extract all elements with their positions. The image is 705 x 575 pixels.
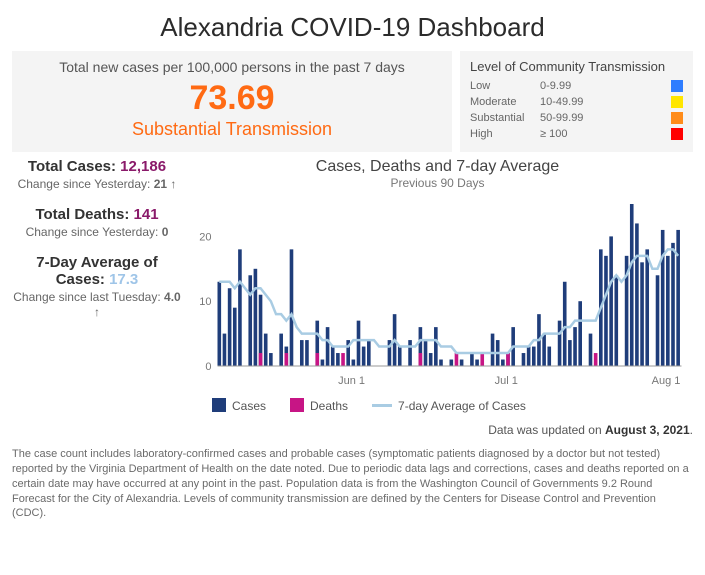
legend-row: Moderate10-49.99	[470, 94, 683, 110]
stat-label: Total Deaths:	[35, 206, 133, 223]
mid-row: Total Cases: 12,186 Change since Yesterd…	[12, 158, 693, 437]
legend-level: Moderate	[470, 94, 540, 110]
legend-row: Substantial50-99.99	[470, 110, 683, 126]
legend-swatch-icon	[671, 112, 683, 124]
legend-range: ≥ 100	[540, 126, 671, 142]
legend-swatch-icon	[671, 80, 683, 92]
legend-deaths: Deaths	[290, 398, 348, 413]
svg-text:Jul 1: Jul 1	[495, 375, 518, 387]
chart-legend: Cases Deaths 7-day Average of Cases	[182, 398, 693, 413]
avg-line-icon	[372, 404, 392, 407]
legend-range: 0-9.99	[540, 78, 671, 94]
stat-change: Change since last Tuesday: 4.0 ↑	[12, 290, 182, 320]
legend-cases: Cases	[212, 398, 266, 413]
legend-level: Low	[470, 78, 540, 94]
svg-text:Aug 1: Aug 1	[652, 375, 681, 387]
legend-range: 50-99.99	[540, 110, 671, 126]
chart-subtitle: Previous 90 Days	[182, 176, 693, 190]
transmission-legend-title: Level of Community Transmission	[470, 59, 683, 74]
stat-value: 17.3	[109, 271, 138, 288]
legend-row: Low0-9.99	[470, 78, 683, 94]
legend-avg: 7-day Average of Cases	[372, 399, 526, 413]
chart-column: Cases, Deaths and 7-day Average Previous…	[182, 158, 693, 437]
svg-text:10: 10	[199, 296, 211, 308]
rate-card: Total new cases per 100,000 persons in t…	[12, 51, 452, 152]
rate-subtitle: Total new cases per 100,000 persons in t…	[22, 59, 442, 75]
stat-label: 7-Day Average of Cases:	[36, 254, 157, 288]
transmission-legend-card: Level of Community Transmission Low0-9.9…	[460, 51, 693, 152]
legend-level: Substantial	[470, 110, 540, 126]
cases-chart: 0 10 20 Jun 1 Jul 1 Aug 1	[182, 194, 693, 394]
chart-title: Cases, Deaths and 7-day Average	[182, 158, 693, 176]
legend-row: High≥ 100	[470, 126, 683, 142]
cases-swatch-icon	[212, 398, 226, 412]
stat-label: Total Cases:	[28, 158, 120, 175]
rate-label: Substantial Transmission	[22, 119, 442, 140]
stat-total-cases: Total Cases: 12,186 Change since Yesterd…	[12, 158, 182, 192]
legend-swatch-icon	[671, 128, 683, 140]
legend-swatch-icon	[671, 96, 683, 108]
footnote: The case count includes laboratory-confi…	[12, 447, 693, 521]
stat-total-deaths: Total Deaths: 141 Change since Yesterday…	[12, 206, 182, 240]
svg-text:20: 20	[199, 231, 211, 243]
updated-text: Data was updated on August 3, 2021.	[182, 423, 693, 437]
stat-change: Change since Yesterday: 0	[12, 225, 182, 240]
legend-level: High	[470, 126, 540, 142]
stat-value: 12,186	[120, 158, 166, 175]
svg-text:0: 0	[205, 361, 211, 373]
stats-column: Total Cases: 12,186 Change since Yesterd…	[12, 158, 182, 437]
deaths-swatch-icon	[290, 398, 304, 412]
svg-text:Jun 1: Jun 1	[338, 375, 365, 387]
stat-value: 141	[134, 206, 159, 223]
page-title: Alexandria COVID-19 Dashboard	[12, 12, 693, 43]
rate-value: 73.69	[22, 81, 442, 117]
legend-range: 10-49.99	[540, 94, 671, 110]
stat-7day-average: 7-Day Average of Cases: 17.3 Change sinc…	[12, 254, 182, 320]
stat-change: Change since Yesterday: 21 ↑	[12, 177, 182, 192]
top-row: Total new cases per 100,000 persons in t…	[12, 51, 693, 152]
